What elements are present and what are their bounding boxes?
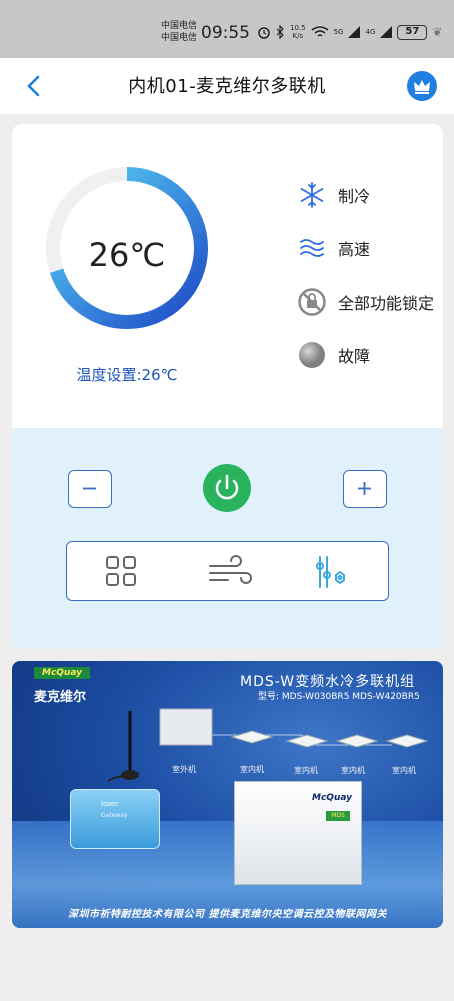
outdoor-unit-label: 室外机 — [172, 765, 196, 774]
snowflake-icon — [300, 182, 324, 208]
sliders-settings-icon[interactable] — [312, 554, 350, 590]
increase-temp-button[interactable] — [343, 470, 387, 508]
antenna-icon — [108, 711, 139, 782]
leaf-icon: ❦ — [432, 25, 443, 39]
status-label: 高速 — [338, 240, 371, 259]
lock-disabled-icon — [298, 288, 326, 316]
crown-icon — [414, 80, 430, 94]
minus-icon — [83, 487, 96, 490]
banner-model: 型号: MDS-W030BR5 MDS-W420BR5 — [258, 692, 420, 702]
plus-icon — [358, 482, 371, 495]
mode-toolbar — [66, 541, 389, 601]
unit-brand-logo: McQuay — [312, 793, 353, 803]
page-title: 内机01-麦克维尔多联机 — [128, 76, 326, 97]
carrier-labels: 中国电信 中国电信 — [161, 20, 197, 44]
banner-title: MDS-W变频水冷多联机组 — [240, 674, 416, 690]
control-card: 26℃ 温度设置:26℃ 制冷 高速 全部功能锁定 故障 — [12, 124, 443, 649]
wind-speed-icon — [300, 239, 324, 257]
signal-icon — [380, 26, 393, 38]
status-label: 故障 — [338, 347, 371, 366]
crown-button[interactable] — [407, 71, 437, 101]
unit-badge: MDS — [326, 811, 350, 821]
status-item-lock: 全部功能锁定 — [298, 287, 434, 317]
brand-name: 麦克维尔 — [34, 690, 87, 705]
banner-footer: 深圳市祈特耐控技术有限公司 提供麦克维尔央空调云控及物联网网关 — [68, 909, 387, 920]
sim1-signal: 5G — [333, 28, 344, 36]
power-button[interactable] — [203, 464, 251, 512]
indoor-unit-label: 室内机 — [240, 765, 264, 774]
clock: 09:55 — [201, 23, 250, 43]
current-temperature: 26℃ — [88, 236, 166, 274]
carrier-1: 中国电信 — [161, 21, 198, 31]
carrier-2: 中国电信 — [161, 33, 198, 43]
indoor-unit-label: 室内机 — [341, 766, 365, 775]
indoor-unit-label: 室内机 — [294, 766, 318, 775]
brand-logo: McQuay — [34, 667, 90, 679]
decrease-temp-button[interactable] — [68, 470, 112, 508]
battery-indicator: 57 — [397, 24, 428, 40]
status-icons: 10.5 K/s 5G 4G 57 ❦ — [257, 22, 442, 42]
alarm-icon — [258, 27, 270, 39]
indoor-unit-label: 室内机 — [392, 766, 416, 775]
controls-panel — [12, 428, 443, 649]
gateway-device: lozer Gateway — [70, 789, 160, 849]
status-item-fault: 故障 — [298, 340, 370, 370]
app-header: 内机01-麦克维尔多联机 — [0, 58, 454, 114]
bluetooth-icon — [276, 25, 284, 39]
fault-indicator-icon — [299, 342, 325, 368]
status-item-fan-speed: 高速 — [298, 233, 370, 263]
status-label: 制冷 — [338, 187, 371, 206]
status-bar: 中国电信 中国电信 09:55 10.5 K/s 5G 4G 57 ❦ — [0, 0, 454, 58]
wifi-icon — [311, 25, 329, 37]
net-speed: 10.5 K/s — [290, 24, 306, 40]
grid-apps-icon[interactable] — [102, 554, 140, 590]
power-icon — [215, 474, 239, 500]
temperature-setpoint: 温度设置:26℃ — [76, 366, 178, 384]
wind-mode-icon[interactable] — [207, 554, 255, 590]
status-item-cooling: 制冷 — [298, 180, 370, 210]
status-label: 全部功能锁定 — [338, 294, 435, 313]
signal-icon — [348, 26, 361, 38]
product-banner[interactable]: McQuay 麦克维尔 MDS-W变频水冷多联机组 型号: MDS-W030BR… — [12, 661, 443, 928]
sim2-signal: 4G — [365, 28, 376, 36]
